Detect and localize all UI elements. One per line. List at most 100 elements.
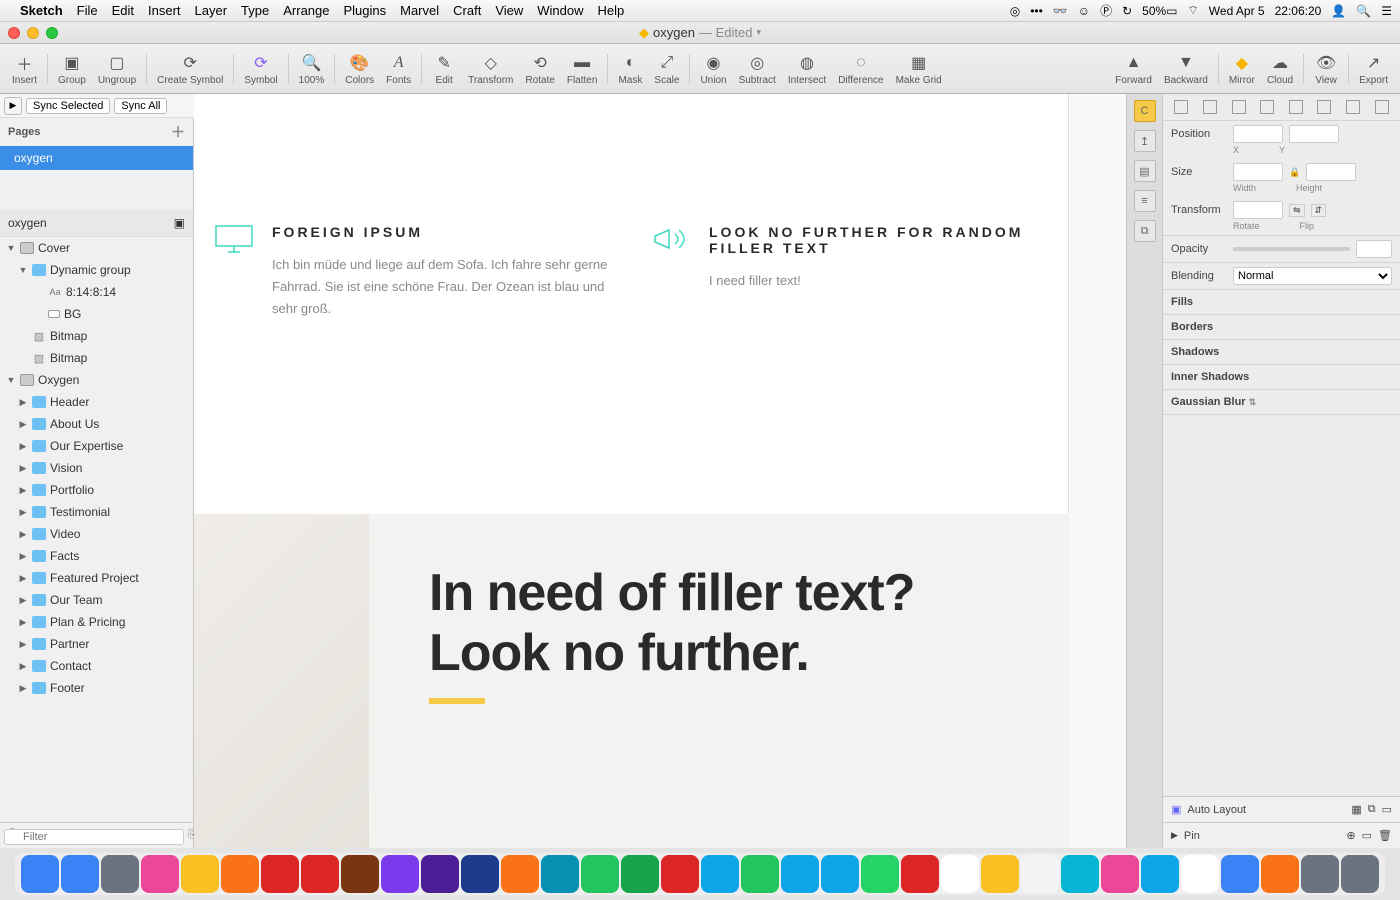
menu-help[interactable]: Help (598, 3, 625, 18)
align-top-icon[interactable] (1260, 100, 1274, 114)
menu-plugins[interactable]: Plugins (343, 3, 386, 18)
craft-upload-icon[interactable]: ↥ (1134, 130, 1156, 152)
layer-folder[interactable]: ▶Header (0, 391, 193, 413)
symbol-tool[interactable]: ⟳Symbol (238, 50, 283, 88)
rotate-tool[interactable]: ⟲Rotate (519, 50, 560, 88)
dock-app-icon[interactable] (901, 855, 939, 893)
trash-icon[interactable]: 🗑 (1378, 829, 1392, 842)
date[interactable]: Wed Apr 5 (1209, 4, 1265, 18)
width-input[interactable] (1233, 163, 1283, 181)
lock-icon[interactable]: 🔒 (1289, 167, 1300, 178)
spotlight-icon[interactable]: 🔍 (1356, 4, 1371, 18)
status-icon[interactable]: ••• (1030, 4, 1043, 18)
dock-app-icon[interactable] (181, 855, 219, 893)
dock-app-icon[interactable] (1181, 855, 1219, 893)
dock-app-icon[interactable] (1261, 855, 1299, 893)
sync-selected-button[interactable]: Sync Selected (26, 98, 110, 114)
insert-tool[interactable]: ＋Insert (6, 50, 43, 88)
rotate-input[interactable] (1233, 201, 1283, 219)
feature-block-2[interactable]: LOOK NO FURTHER FOR RANDOM FILLER TEXT I… (651, 224, 1048, 320)
flip-h-icon[interactable]: ⇋ (1289, 204, 1305, 217)
dock-app-icon[interactable] (661, 855, 699, 893)
close-button[interactable] (8, 27, 20, 39)
height-input[interactable] (1306, 163, 1356, 181)
layer-folder[interactable]: ▶Facts (0, 545, 193, 567)
layer-folder[interactable]: ▶Our Team (0, 589, 193, 611)
menu-layer[interactable]: Layer (195, 3, 228, 18)
dock-app-icon[interactable] (1021, 855, 1059, 893)
dock-app-icon[interactable] (1141, 855, 1179, 893)
ungroup-tool[interactable]: ▢Ungroup (92, 50, 142, 88)
dock-app-icon[interactable] (301, 855, 339, 893)
status-icon[interactable]: Ⓟ (1100, 2, 1112, 19)
align-right-icon[interactable] (1232, 100, 1246, 114)
layer-bitmap[interactable]: Bitmap (0, 347, 193, 369)
artboard-area[interactable]: FOREIGN IPSUM Ich bin müde und liege auf… (194, 94, 1069, 514)
layer-text[interactable]: 8:14:8:14 (0, 281, 193, 303)
battery-status[interactable]: 50% ▭ (1142, 4, 1177, 18)
layer-folder[interactable]: ▶About Us (0, 413, 193, 435)
intersect-tool[interactable]: ◍Intersect (782, 50, 832, 88)
sync-all-button[interactable]: Sync All (114, 98, 167, 114)
feature-block-1[interactable]: FOREIGN IPSUM Ich bin müde und liege auf… (214, 224, 611, 320)
disclosure-icon[interactable]: ▶ (1171, 830, 1178, 841)
create-symbol-tool[interactable]: ⟳Create Symbol (151, 50, 229, 88)
dock-app-icon[interactable] (861, 855, 899, 893)
dock-app-icon[interactable] (101, 855, 139, 893)
menu-window[interactable]: Window (537, 3, 583, 18)
hero-section[interactable]: In need of filler text? Look no further. (194, 514, 1069, 848)
wifi-icon[interactable]: ⌔ (1188, 3, 1199, 18)
union-tool[interactable]: ◉Union (694, 50, 732, 88)
subtract-tool[interactable]: ◎Subtract (733, 50, 782, 88)
layer-bitmap[interactable]: Bitmap (0, 325, 193, 347)
fills-section[interactable]: Fills (1163, 290, 1400, 315)
craft-icon[interactable]: C (1134, 100, 1156, 122)
status-icon[interactable]: ◎ (1010, 4, 1020, 18)
inner-shadows-section[interactable]: Inner Shadows (1163, 365, 1400, 390)
group-tool[interactable]: ▣Group (52, 50, 92, 88)
layer-folder[interactable]: ▶Vision (0, 457, 193, 479)
export-tool[interactable]: ↗Export (1353, 50, 1394, 88)
menu-view[interactable]: View (495, 3, 523, 18)
align-left-icon[interactable] (1174, 100, 1188, 114)
dock-app-icon[interactable] (21, 855, 59, 893)
align-center-icon[interactable] (1203, 100, 1217, 114)
cloud-tool[interactable]: ☁Cloud (1261, 50, 1299, 88)
layer-folder[interactable]: ▶Partner (0, 633, 193, 655)
dock-app-icon[interactable] (581, 855, 619, 893)
layer-oxygen[interactable]: ▼Oxygen (0, 369, 193, 391)
dock-app-icon[interactable] (1221, 855, 1259, 893)
pin-icon[interactable]: ⊕ (1346, 829, 1355, 842)
dock-app-icon[interactable] (141, 855, 179, 893)
menu-insert[interactable]: Insert (148, 3, 181, 18)
menu-file[interactable]: File (77, 3, 98, 18)
menu-icon[interactable]: ☰ (1381, 4, 1392, 18)
forward-tool[interactable]: ▲Forward (1109, 50, 1158, 88)
dock-app-icon[interactable] (261, 855, 299, 893)
dock-app-icon[interactable] (221, 855, 259, 893)
zoom-button[interactable] (46, 27, 58, 39)
pos-x-input[interactable] (1233, 125, 1283, 143)
dock-app-icon[interactable] (501, 855, 539, 893)
canvas[interactable]: FOREIGN IPSUM Ich bin müde und liege auf… (194, 94, 1162, 848)
pin-icon[interactable]: ▭ (1362, 829, 1372, 842)
layout-icon[interactable]: ⧉ (1368, 803, 1376, 816)
makegrid-tool[interactable]: ▦Make Grid (890, 50, 948, 88)
filter-input[interactable] (4, 829, 184, 845)
layer-folder[interactable]: ▶Testimonial (0, 501, 193, 523)
time[interactable]: 22:06:20 (1275, 4, 1322, 18)
align-middle-icon[interactable] (1289, 100, 1303, 114)
app-name[interactable]: Sketch (20, 3, 63, 18)
user-icon[interactable]: 👤 (1331, 4, 1346, 18)
layer-dynamic-group[interactable]: ▼Dynamic group (0, 259, 193, 281)
edit-tool[interactable]: ✎Edit (426, 50, 462, 88)
craft-library-icon[interactable]: ▤ (1134, 160, 1156, 182)
timemachine-icon[interactable]: ↻ (1122, 4, 1132, 18)
layer-folder[interactable]: ▶Portfolio (0, 479, 193, 501)
status-icon[interactable]: 👓 (1053, 4, 1068, 18)
pos-y-input[interactable] (1289, 125, 1339, 143)
layer-bg[interactable]: BG (0, 303, 193, 325)
mirror-tool[interactable]: ◆Mirror (1223, 50, 1261, 88)
minimize-button[interactable] (27, 27, 39, 39)
fonts-tool[interactable]: AFonts (380, 50, 417, 88)
